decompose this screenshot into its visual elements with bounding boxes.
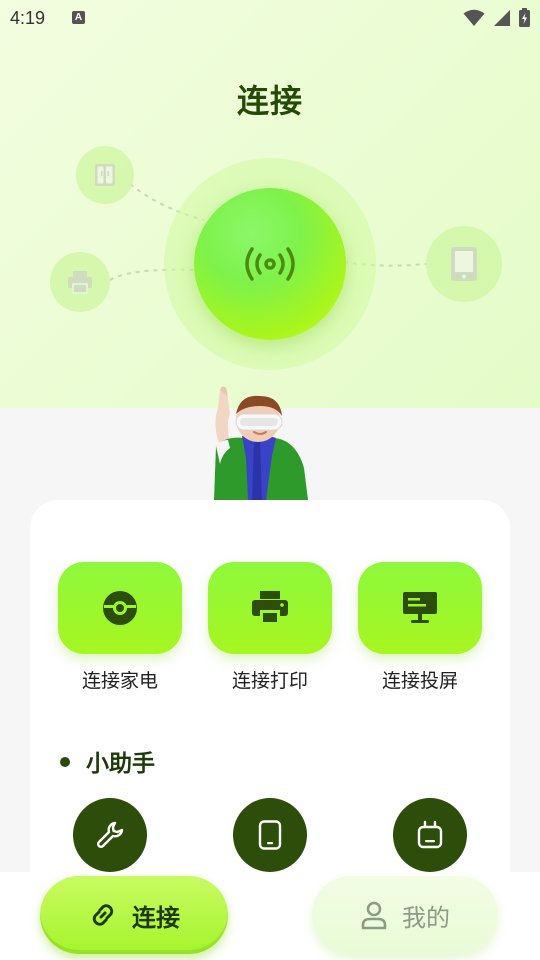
broadcast-icon bbox=[245, 247, 295, 281]
helper-item-tools[interactable] bbox=[73, 798, 147, 872]
quick-action-appliance-button[interactable] bbox=[58, 562, 182, 654]
bottom-tab-bar: 连接 我的 bbox=[0, 872, 540, 960]
fridge-icon bbox=[95, 164, 115, 186]
tv-icon bbox=[417, 820, 443, 849]
link-icon bbox=[92, 904, 114, 926]
tablet-icon bbox=[451, 247, 477, 281]
section-bullet bbox=[60, 757, 70, 767]
quick-action-screencast[interactable]: 连接投屏 bbox=[358, 562, 482, 693]
tab-connect-label: 连接 bbox=[132, 903, 180, 932]
quick-action-screencast-label: 连接投屏 bbox=[381, 670, 458, 692]
user-icon bbox=[361, 901, 387, 930]
phone-icon bbox=[258, 820, 282, 850]
satellite-printer[interactable] bbox=[50, 252, 110, 312]
connect-hub-button[interactable] bbox=[194, 188, 346, 340]
helper-item-tv[interactable] bbox=[393, 798, 467, 872]
quick-action-print[interactable]: 连接打印 bbox=[208, 562, 332, 693]
main-card: 连接家电 连接打印 连接投屏 小助手 bbox=[30, 500, 510, 920]
helper-section-title: 小助手 bbox=[86, 751, 155, 777]
tab-connect[interactable]: 连接 bbox=[40, 876, 228, 954]
wrench-icon bbox=[96, 821, 124, 849]
printer-icon bbox=[252, 591, 288, 624]
satellite-tablet[interactable] bbox=[426, 226, 502, 302]
satellite-fridge[interactable] bbox=[76, 146, 134, 204]
quick-action-appliance-label: 连接家电 bbox=[81, 670, 158, 692]
tab-mine[interactable]: 我的 bbox=[312, 876, 498, 954]
quick-action-print-button[interactable] bbox=[208, 562, 332, 654]
quick-action-screencast-button[interactable] bbox=[358, 562, 482, 654]
tab-mine-label: 我的 bbox=[402, 903, 450, 932]
printer-icon bbox=[68, 271, 92, 294]
helper-item-phone[interactable] bbox=[233, 798, 307, 872]
quick-action-appliance[interactable]: 连接家电 bbox=[58, 562, 182, 693]
screen-cast-icon bbox=[403, 592, 437, 623]
quick-action-print-label: 连接打印 bbox=[231, 670, 308, 692]
appliance-icon bbox=[103, 591, 137, 625]
vr-character-illustration bbox=[214, 386, 308, 500]
